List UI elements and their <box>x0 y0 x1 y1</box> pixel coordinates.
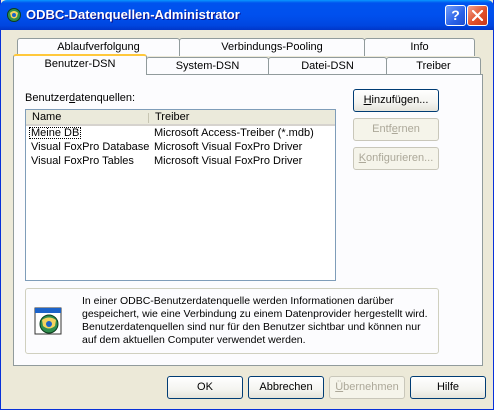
datasource-driver: Microsoft Access-Treiber (*.mdb) <box>154 127 314 139</box>
database-globe-icon <box>34 307 62 335</box>
datasource-driver: Microsoft Visual FoxPro Driver <box>154 141 303 153</box>
tab-label: Datei-DSN <box>301 60 354 72</box>
ok-button[interactable]: OK <box>167 376 243 399</box>
button-label: Abbrechen <box>259 381 313 393</box>
column-header-name[interactable]: Name <box>26 110 149 126</box>
column-header-label: Name <box>32 111 62 123</box>
button-label: rnen <box>397 123 420 135</box>
tab-label: System-DSN <box>175 60 240 72</box>
column-header-label: Treiber <box>155 111 190 123</box>
remove-button[interactable]: Entfernen <box>353 118 439 141</box>
button-mnemonic: Ü <box>335 381 344 393</box>
datasource-driver: Microsoft Visual FoxPro Driver <box>154 155 303 167</box>
datasource-name: Meine DB <box>29 126 82 140</box>
odbc-app-icon <box>7 8 21 22</box>
datasource-name: Visual FoxPro Tables <box>31 155 134 167</box>
question-mark-icon: ? <box>451 7 460 23</box>
tab-treiber[interactable]: Treiber <box>386 57 481 75</box>
button-label: Hilfe <box>436 381 459 393</box>
list-item[interactable]: Visual FoxPro Tables Microsoft Visual Fo… <box>29 154 329 168</box>
info-box: In einer ODBC-Benutzerdatenquelle werden… <box>25 288 439 354</box>
apply-button[interactable]: Übernehmen <box>329 376 405 399</box>
datasource-list[interactable]: Name Treiber Meine DB Microsoft Access-T… <box>25 109 336 281</box>
tab-info[interactable]: Info <box>364 38 475 56</box>
tab-label: Treiber <box>416 60 451 72</box>
window-title: ODBC-Datenquellen-Administrator <box>26 7 240 22</box>
list-item[interactable]: Visual FoxPro Database Microsoft Visual … <box>29 140 329 154</box>
list-item[interactable]: Meine DB Microsoft Access-Treiber (*.mdb… <box>29 126 329 140</box>
info-description: In einer ODBC-Benutzerdatenquelle werden… <box>82 295 428 346</box>
column-header-driver[interactable]: Treiber <box>149 110 335 126</box>
add-button[interactable]: Hinzufügen... <box>353 89 439 112</box>
close-button[interactable] <box>467 5 488 26</box>
button-label: bernehmen <box>343 381 399 393</box>
label-part: atenquellen: <box>75 92 136 104</box>
title-bar[interactable]: ODBC-Datenquellen-Administrator ? <box>0 0 494 30</box>
tab-label: Ablaufverfolgung <box>57 41 140 53</box>
button-label: OK <box>197 381 213 393</box>
tab-label: Benutzer-DSN <box>44 58 116 70</box>
button-label: inzufügen... <box>371 94 429 106</box>
button-label: Entf <box>372 123 392 135</box>
button-mnemonic: K <box>358 152 367 164</box>
help-title-button[interactable]: ? <box>445 5 466 26</box>
tab-label: Info <box>410 41 429 53</box>
datasource-name: Visual FoxPro Database <box>31 141 150 153</box>
button-mnemonic: H <box>363 94 372 106</box>
cancel-button[interactable]: Abbrechen <box>248 376 324 399</box>
tab-system-dsn[interactable]: System-DSN <box>146 57 269 75</box>
tab-datei-dsn[interactable]: Datei-DSN <box>268 57 387 75</box>
close-icon <box>472 10 483 21</box>
tab-benutzer-dsn[interactable]: Benutzer-DSN <box>13 54 147 75</box>
tab-verbindungs-pooling[interactable]: Verbindungs-Pooling <box>179 38 365 56</box>
button-label: onfigurieren... <box>366 152 434 164</box>
label-part: Benutzer <box>25 92 70 104</box>
help-button[interactable]: Hilfe <box>410 376 486 399</box>
tab-label: Verbindungs-Pooling <box>221 41 323 53</box>
focused-name: Meine DB <box>29 127 82 139</box>
user-datasources-label: Benutzerdatenquellen: <box>25 92 135 104</box>
odbc-dialog-window: ODBC-Datenquellen-Administrator ? Ablauf… <box>0 0 494 410</box>
configure-button[interactable]: Konfigurieren... <box>353 147 439 170</box>
